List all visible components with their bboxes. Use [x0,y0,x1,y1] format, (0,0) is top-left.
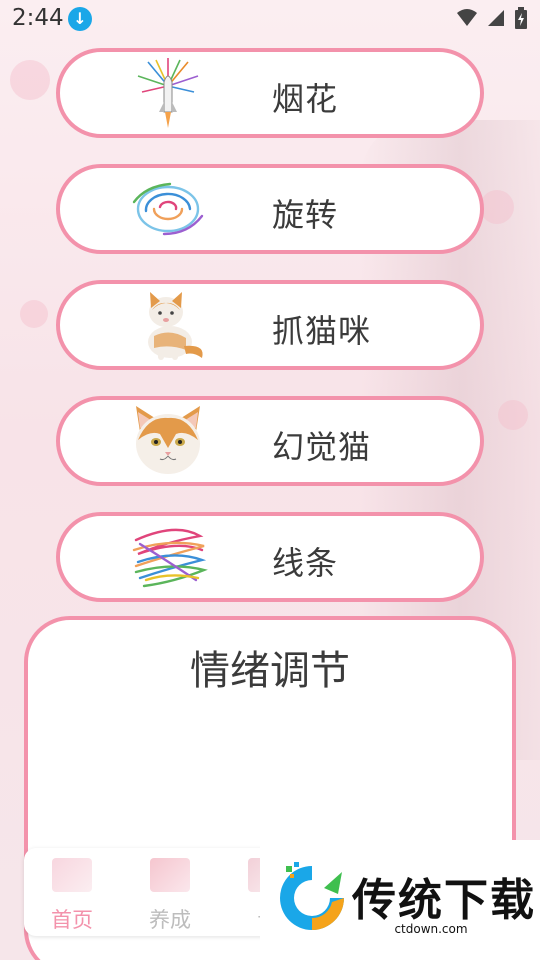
nav-label-home: 首页 [51,908,93,932]
background-blossom [480,190,514,224]
feature-label: 幻觉猫 [272,428,372,466]
scribble-lines-icon [132,528,208,588]
feature-label: 抓猫咪 [272,312,372,350]
background-blossom [10,60,50,100]
watermark: 传统下载 ctdown.com [260,840,540,960]
feature-label: 线条 [272,544,339,582]
feature-label: 旋转 [272,196,339,234]
swirl-icon [132,182,204,236]
background-blossom [20,300,48,328]
cat-face-icon [136,406,200,474]
catch-cat-button[interactable]: 抓猫咪 [56,280,484,370]
illusion-cat-button[interactable]: 幻觉猫 [56,396,484,486]
swirl-button[interactable]: 旋转 [56,164,484,254]
watermark-logo-icon [280,862,344,930]
sitting-cat-icon [148,292,203,360]
background-blossom [498,400,528,430]
nurture-nav-icon [150,858,190,892]
status-time: 2:44 [12,5,64,31]
download-icon: ↓ [68,7,92,31]
home-nav-icon [52,858,92,892]
wifi-icon [457,9,477,26]
feature-label: 烟花 [272,80,339,118]
status-bar: 2:44 ↓ [0,0,540,36]
nav-item-home[interactable]: 首页 [24,848,120,936]
watermark-domain-text: ctdown.com [390,922,472,936]
nav-label-nurture: 养成 [149,908,191,932]
nav-item-nurture[interactable]: 养成 [122,848,218,936]
fireworks-button[interactable]: 烟花 [56,48,484,138]
watermark-domain: ctdown.com [354,922,508,936]
lines-button[interactable]: 线条 [56,512,484,602]
battery-icon [515,7,527,29]
rocket-fireworks-icon [137,58,199,128]
status-icons [456,7,528,29]
signal-icon [488,10,504,26]
watermark-brand: 传统下载 [352,875,536,926]
emotion-panel-title: 情绪调节 [190,648,350,694]
